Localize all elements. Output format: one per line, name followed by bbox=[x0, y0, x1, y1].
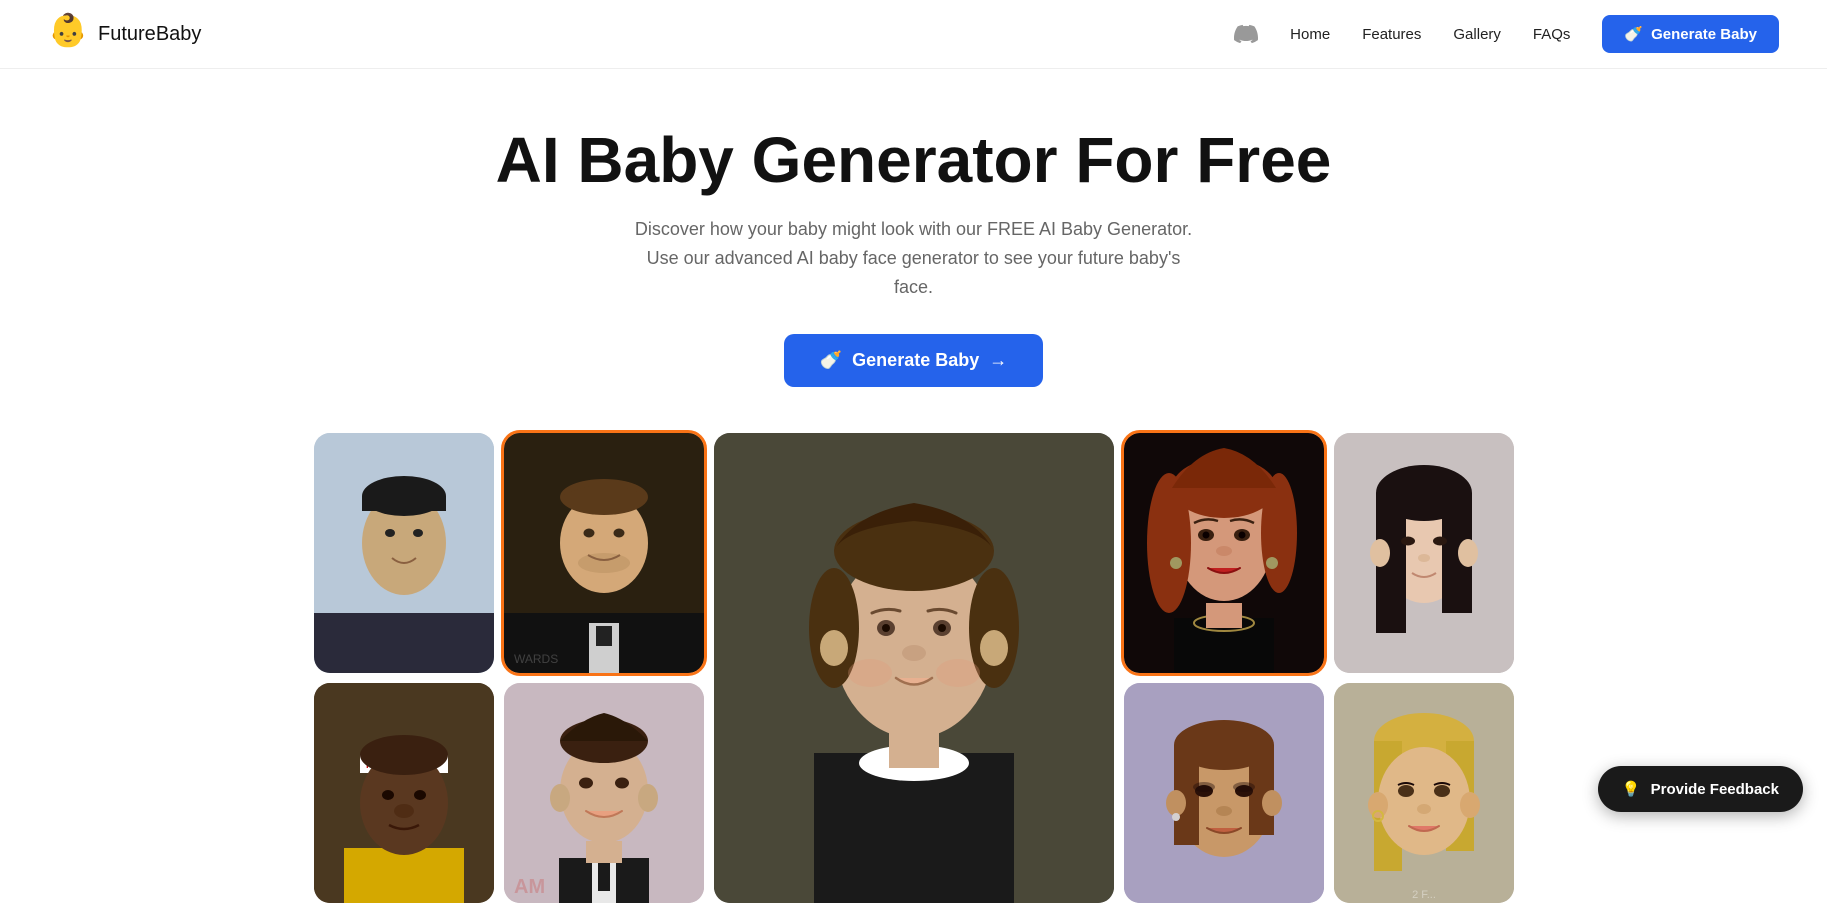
list-item[interactable]: WARDS bbox=[504, 433, 704, 673]
nav-gallery[interactable]: Gallery bbox=[1453, 26, 1501, 43]
discord-icon[interactable] bbox=[1234, 22, 1258, 46]
svg-text:AM: AM bbox=[514, 876, 545, 898]
nav: Home Features Gallery FAQs 🍼 Generate Ba… bbox=[1234, 15, 1779, 53]
feedback-label: Provide Feedback bbox=[1651, 781, 1779, 798]
gallery-grid: WARDS bbox=[314, 433, 1514, 903]
page-title: AI Baby Generator For Free bbox=[20, 125, 1807, 195]
list-item[interactable] bbox=[714, 433, 1114, 903]
list-item[interactable] bbox=[314, 433, 494, 673]
logo[interactable]: 👶 FutureBaby bbox=[48, 14, 201, 54]
feedback-button[interactable]: 💡 Provide Feedback bbox=[1598, 766, 1803, 812]
nav-features[interactable]: Features bbox=[1362, 26, 1421, 43]
hero-section: AI Baby Generator For Free Discover how … bbox=[0, 69, 1827, 423]
list-item[interactable] bbox=[1334, 433, 1514, 673]
generate-icon-hero: 🍼 bbox=[820, 350, 842, 371]
generate-baby-button-hero[interactable]: 🍼 Generate Baby → bbox=[784, 334, 1043, 387]
logo-icon: 👶 bbox=[48, 14, 88, 54]
header: 👶 FutureBaby Home Features Gallery FAQs … bbox=[0, 0, 1827, 69]
nav-home[interactable]: Home bbox=[1290, 26, 1330, 43]
generate-icon-nav: 🍼 bbox=[1624, 25, 1643, 43]
nav-faqs[interactable]: FAQs bbox=[1533, 26, 1571, 43]
list-item[interactable]: AM bbox=[504, 683, 704, 903]
generate-baby-button-nav[interactable]: 🍼 Generate Baby bbox=[1602, 15, 1779, 53]
list-item[interactable]: 2 F... bbox=[1334, 683, 1514, 903]
svg-text:WARDS: WARDS bbox=[514, 652, 558, 666]
svg-text:2 F...: 2 F... bbox=[1412, 889, 1436, 901]
hero-subtitle: Discover how your baby might look with o… bbox=[634, 215, 1194, 301]
list-item[interactable] bbox=[1124, 433, 1324, 673]
list-item[interactable] bbox=[1124, 683, 1324, 903]
list-item[interactable]: NBA bbox=[314, 683, 494, 903]
logo-text: FutureBaby bbox=[98, 23, 201, 46]
gallery-section: WARDS bbox=[314, 423, 1514, 903]
feedback-icon: 💡 bbox=[1622, 780, 1641, 798]
